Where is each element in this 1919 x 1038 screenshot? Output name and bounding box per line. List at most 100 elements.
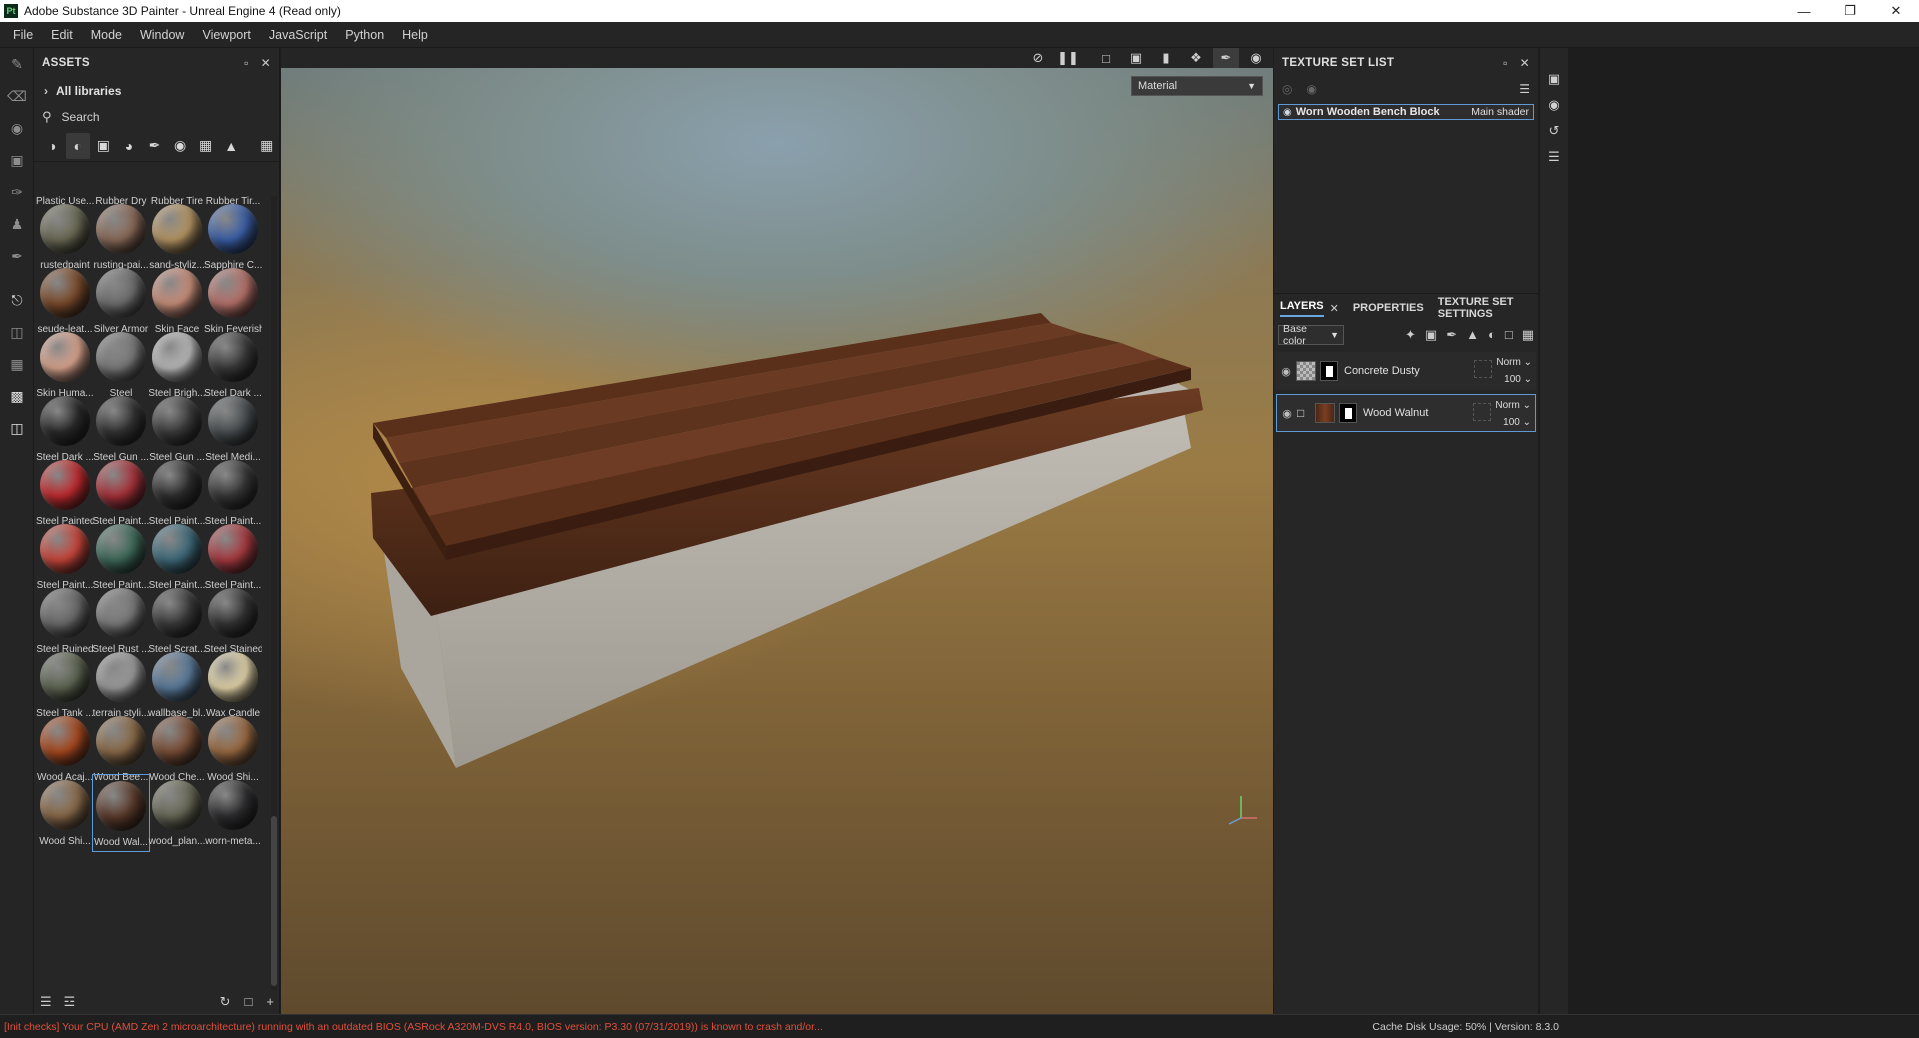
float-panel-icon[interactable]: ▫	[244, 56, 249, 70]
menu-icon[interactable]: ☰	[1519, 82, 1530, 96]
geometry-mask-tool-icon[interactable]: ◫	[0, 316, 34, 348]
camera-mode-icon[interactable]: ▣	[1123, 48, 1149, 68]
history-icon[interactable]: ↺	[1540, 118, 1568, 144]
layer-mask-thumbnail[interactable]	[1320, 361, 1338, 381]
close-tab-icon[interactable]: ✕	[1330, 302, 1339, 315]
menu-viewport[interactable]: Viewport	[193, 28, 259, 42]
close-panel-icon[interactable]: ✕	[1520, 56, 1530, 70]
material-preview-sphere	[96, 396, 146, 446]
smudge-tool-icon[interactable]: ✑	[0, 176, 34, 208]
channel-dropdown[interactable]: Material ▼	[1131, 76, 1263, 96]
menu-mode[interactable]: Mode	[82, 28, 131, 42]
add-paint-layer-icon[interactable]: ✒	[1446, 327, 1457, 343]
material-label: Wood Shi...	[39, 836, 91, 847]
smart-materials-icon[interactable]: ◐	[65, 132, 91, 159]
opacity-value[interactable]: 100 ⌄	[1470, 371, 1532, 388]
add-mask-icon[interactable]: ▣	[1425, 327, 1437, 343]
environments-icon[interactable]: ▲	[219, 133, 244, 159]
scrollbar-thumb[interactable]	[271, 816, 277, 986]
layer-row[interactable]: ◉ Concrete Dusty Norm ⌄ 100 ⌄	[1276, 352, 1536, 390]
viewport-scene[interactable]	[281, 68, 1273, 1014]
textures-icon[interactable]: ▦	[193, 133, 218, 159]
eye-icon[interactable]: ◉	[1283, 107, 1292, 118]
minimize-icon[interactable]: —	[1781, 0, 1827, 22]
material-thumbnail[interactable]: wood_plan...	[148, 774, 206, 852]
generators-icon[interactable]: ◕	[117, 133, 142, 159]
blend-mode[interactable]: Norm ⌄	[1470, 354, 1532, 371]
texture-set-list-icon[interactable]: ▣	[1540, 66, 1568, 92]
bake-tool-icon[interactable]: ⎋	[0, 284, 34, 316]
delete-layer-icon[interactable]: ▦	[1522, 327, 1534, 343]
blend-mode[interactable]: Norm ⌄	[1469, 397, 1531, 414]
float-panel-icon[interactable]: ▫	[1503, 56, 1508, 70]
close-icon[interactable]: ✕	[1873, 0, 1919, 22]
menu-edit[interactable]: Edit	[42, 28, 82, 42]
eye-icon[interactable]: ◉	[1276, 365, 1296, 378]
menu-file[interactable]: File	[4, 28, 42, 42]
app-logo-icon: Pt	[4, 4, 18, 18]
close-panel-icon[interactable]: ✕	[261, 56, 271, 70]
tab-texture-set-settings[interactable]: TEXTURE SET SETTINGS	[1438, 296, 1538, 320]
add-icon[interactable]: +	[266, 994, 274, 1010]
paint-brush-tool-icon[interactable]: ✎	[0, 48, 34, 80]
eraser-tool-icon[interactable]: ⌫	[0, 80, 34, 112]
menu-window[interactable]: Window	[131, 28, 193, 42]
refresh-icon[interactable]: ↻	[220, 994, 231, 1010]
layer-mask-thumbnail[interactable]	[1339, 403, 1357, 423]
layer-row[interactable]: ◉ □ Wood Walnut Norm ⌄ 100 ⌄	[1276, 394, 1536, 432]
symmetry-icon[interactable]: ❖	[1183, 48, 1209, 68]
display-mode-icon[interactable]: □	[1093, 48, 1119, 68]
material-thumbnail[interactable]: Wood Shi...	[36, 774, 94, 852]
display-settings-icon[interactable]: ◉	[1540, 92, 1568, 118]
color-picker-tool-icon[interactable]: ✒	[0, 240, 34, 272]
eye-icon[interactable]: ◉	[1277, 407, 1297, 420]
material-preview-sphere	[96, 332, 146, 382]
materials-icon[interactable]: ◑	[40, 133, 65, 159]
search-input[interactable]: Search	[62, 110, 100, 124]
log-icon[interactable]: ☰	[1540, 144, 1568, 170]
measure-tool-icon[interactable]: ▦	[0, 348, 34, 380]
status-warning[interactable]: [Init checks] Your CPU (AMD Zen 2 microa…	[4, 1021, 1104, 1033]
clone-tool-icon[interactable]: ♟	[0, 208, 34, 240]
video-icon[interactable]: ▮	[1153, 48, 1179, 68]
all-libraries-row[interactable]: › All libraries	[34, 78, 279, 104]
alphas-icon[interactable]: ◉	[168, 133, 193, 159]
material-thumbnail[interactable]: worn-meta...	[204, 774, 262, 852]
menu-javascript[interactable]: JavaScript	[260, 28, 336, 42]
add-effect-icon[interactable]: ✦	[1405, 327, 1416, 343]
opacity-value[interactable]: 100 ⌄	[1469, 414, 1531, 431]
hide-all-icon[interactable]: ◎	[1282, 82, 1292, 96]
shader-name[interactable]: Main shader	[1471, 106, 1529, 118]
texture-set-row[interactable]: ◉ Worn Wooden Bench Block Main shader	[1278, 104, 1534, 120]
uv-tool-icon[interactable]: ◫	[0, 412, 34, 444]
hide-ui-icon[interactable]: ⊘	[1025, 48, 1051, 68]
tab-layers[interactable]: LAYERS	[1280, 300, 1324, 317]
screenshot-icon[interactable]: ◉	[1243, 48, 1269, 68]
add-smart-material-icon[interactable]: ◐	[1488, 327, 1496, 343]
paint-mode-icon[interactable]: ✒	[1213, 48, 1239, 68]
add-fill-layer-icon[interactable]: ▲	[1466, 327, 1479, 343]
layer-blend[interactable]: Norm ⌄ 100 ⌄	[1470, 354, 1532, 388]
material-thumbnail[interactable]: Wood Wal...	[92, 774, 150, 852]
projection-tool-icon[interactable]: ◉	[0, 112, 34, 144]
brushes-icon[interactable]: ✒	[142, 133, 167, 159]
sort-icon[interactable]: ☲	[64, 994, 76, 1010]
assets-search[interactable]: ⚲ Search	[34, 104, 279, 130]
3d-viewport[interactable]: ⊘ ❚❚ □ ▣ ▮ ❖ ✒ ◉ Material ▼	[281, 48, 1273, 1014]
masks-icon[interactable]: ▣	[91, 133, 116, 159]
menu-help[interactable]: Help	[393, 28, 437, 42]
list-view-icon[interactable]: ☰	[40, 994, 52, 1010]
show-all-icon[interactable]: ◉	[1306, 82, 1316, 96]
menu-python[interactable]: Python	[336, 28, 393, 42]
add-folder-icon[interactable]: □	[1505, 327, 1513, 343]
layer-blend[interactable]: Norm ⌄ 100 ⌄	[1469, 397, 1531, 431]
restore-icon[interactable]: ❐	[1827, 0, 1873, 22]
assets-scrollbar[interactable]	[271, 196, 277, 990]
polygon-fill-tool-icon[interactable]: ▣	[0, 144, 34, 176]
grid-view-icon[interactable]: ▦	[255, 133, 280, 159]
pause-icon[interactable]: ❚❚	[1055, 48, 1081, 68]
folder-icon[interactable]: □	[245, 994, 253, 1010]
export-tool-icon[interactable]: ▩	[0, 380, 34, 412]
layer-channel-dropdown[interactable]: Base color ▼	[1278, 323, 1344, 347]
tab-properties[interactable]: PROPERTIES	[1353, 302, 1424, 314]
